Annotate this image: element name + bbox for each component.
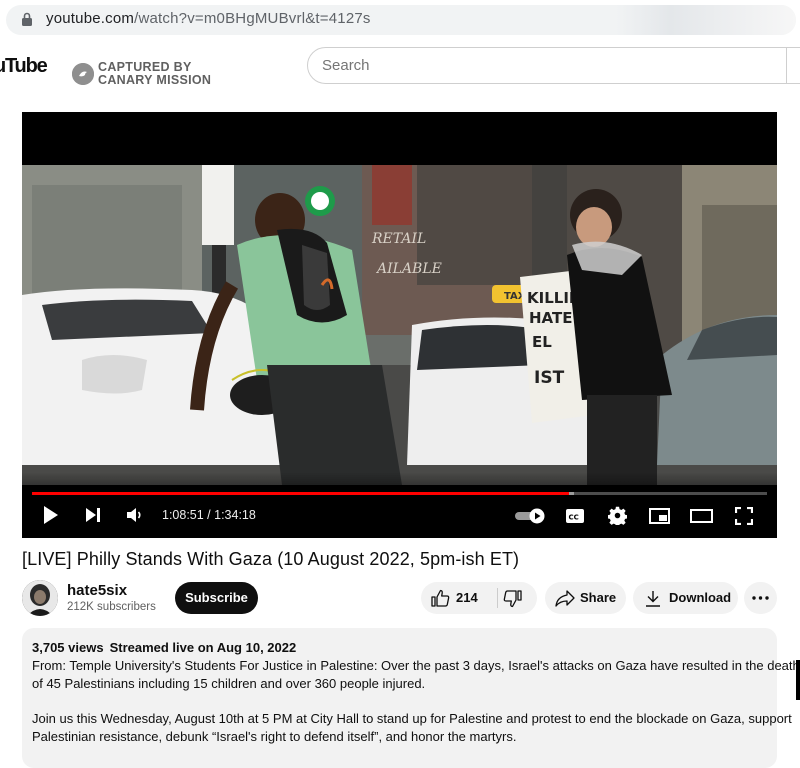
download-icon bbox=[646, 591, 660, 607]
download-label: Download bbox=[669, 590, 732, 605]
volume-icon[interactable] bbox=[126, 507, 144, 523]
address-bar-fade bbox=[616, 5, 796, 35]
storefront-text-overlay: RETAIL bbox=[371, 231, 426, 247]
video-title: [LIVE] Philly Stands With Gaza (10 Augus… bbox=[22, 549, 520, 569]
description-line-2: of 45 Palestinians including 15 children… bbox=[32, 676, 426, 691]
badge-line-2: CANARY MISSION bbox=[98, 73, 212, 87]
youtube-logo[interactable]: uTube bbox=[0, 55, 48, 78]
time-display: 1:08:51 / 1:34:18 bbox=[162, 508, 256, 522]
more-horizontal-icon bbox=[752, 596, 769, 600]
more-actions-button[interactable] bbox=[744, 582, 777, 614]
sign-line-4: IST bbox=[534, 368, 565, 388]
storefront-text-overlay-2: AILABLE bbox=[375, 261, 442, 277]
video-player[interactable]: RETAIL AILABLE TAXI KILLIN HATE EL IST 1… bbox=[22, 112, 777, 538]
subscribe-button[interactable]: Subscribe bbox=[175, 582, 258, 614]
lock-icon bbox=[22, 12, 32, 26]
share-label: Share bbox=[580, 590, 617, 605]
description-line-3: Join us this Wednesday, August 10th at 5… bbox=[32, 711, 792, 726]
miniplayer-icon[interactable] bbox=[649, 508, 670, 524]
share-icon bbox=[555, 590, 575, 607]
like-divider bbox=[497, 588, 498, 608]
search-input[interactable] bbox=[307, 47, 800, 84]
captions-icon[interactable]: CC bbox=[565, 508, 585, 524]
canary-mission-watermark: CAPTURED BY CANARY MISSION bbox=[98, 61, 211, 87]
svg-text:CC: CC bbox=[569, 514, 579, 522]
download-button[interactable]: Download bbox=[633, 582, 738, 614]
avatar-image bbox=[22, 580, 58, 616]
stream-date: Streamed live on Aug 10, 2022 bbox=[109, 640, 297, 655]
autoplay-toggle-icon[interactable] bbox=[514, 508, 546, 524]
thumbs-up-icon[interactable] bbox=[431, 589, 450, 607]
canary-mission-icon bbox=[72, 63, 94, 85]
thumbs-down-icon[interactable] bbox=[503, 590, 522, 608]
channel-name[interactable]: hate5six bbox=[67, 582, 127, 599]
search-divider bbox=[786, 47, 787, 84]
url-text[interactable]: youtube.com/watch?v=m0BHgMUBvrl&t=4127s bbox=[46, 10, 371, 27]
play-icon[interactable] bbox=[42, 505, 60, 525]
next-icon[interactable] bbox=[84, 506, 102, 524]
fullscreen-icon[interactable] bbox=[735, 507, 753, 525]
sign-line-2: HATE bbox=[529, 309, 572, 327]
share-button[interactable]: Share bbox=[545, 582, 626, 614]
search-placeholder: Search bbox=[322, 57, 370, 74]
description-line-4: Palestinian resistance, debunk “Israel's… bbox=[32, 729, 517, 744]
theater-mode-icon[interactable] bbox=[690, 509, 713, 523]
channel-avatar[interactable] bbox=[22, 580, 58, 616]
window-edge bbox=[796, 660, 800, 700]
settings-gear-icon[interactable] bbox=[608, 506, 627, 525]
sign-line-3: EL bbox=[532, 333, 552, 351]
url-path: /watch?v=m0BHgMUBvrl&t=4127s bbox=[134, 10, 371, 27]
like-dislike-group: 214 bbox=[421, 582, 537, 614]
video-frame[interactable]: RETAIL AILABLE TAXI KILLIN HATE EL IST bbox=[22, 165, 777, 485]
description-meta: 3,705 views Streamed live on Aug 10, 2022 bbox=[32, 640, 302, 655]
like-count[interactable]: 214 bbox=[456, 590, 478, 605]
canary-bird-icon bbox=[72, 63, 94, 85]
subscriber-count: 212K subscribers bbox=[67, 601, 156, 613]
progress-played bbox=[32, 492, 569, 495]
description-line-1: From: Temple University's Students For J… bbox=[32, 658, 800, 673]
controls-gradient bbox=[22, 472, 777, 538]
view-count: 3,705 views bbox=[32, 640, 104, 655]
url-host: youtube.com bbox=[46, 10, 135, 27]
browser-address-bar[interactable]: youtube.com/watch?v=m0BHgMUBvrl&t=4127s bbox=[0, 0, 800, 40]
